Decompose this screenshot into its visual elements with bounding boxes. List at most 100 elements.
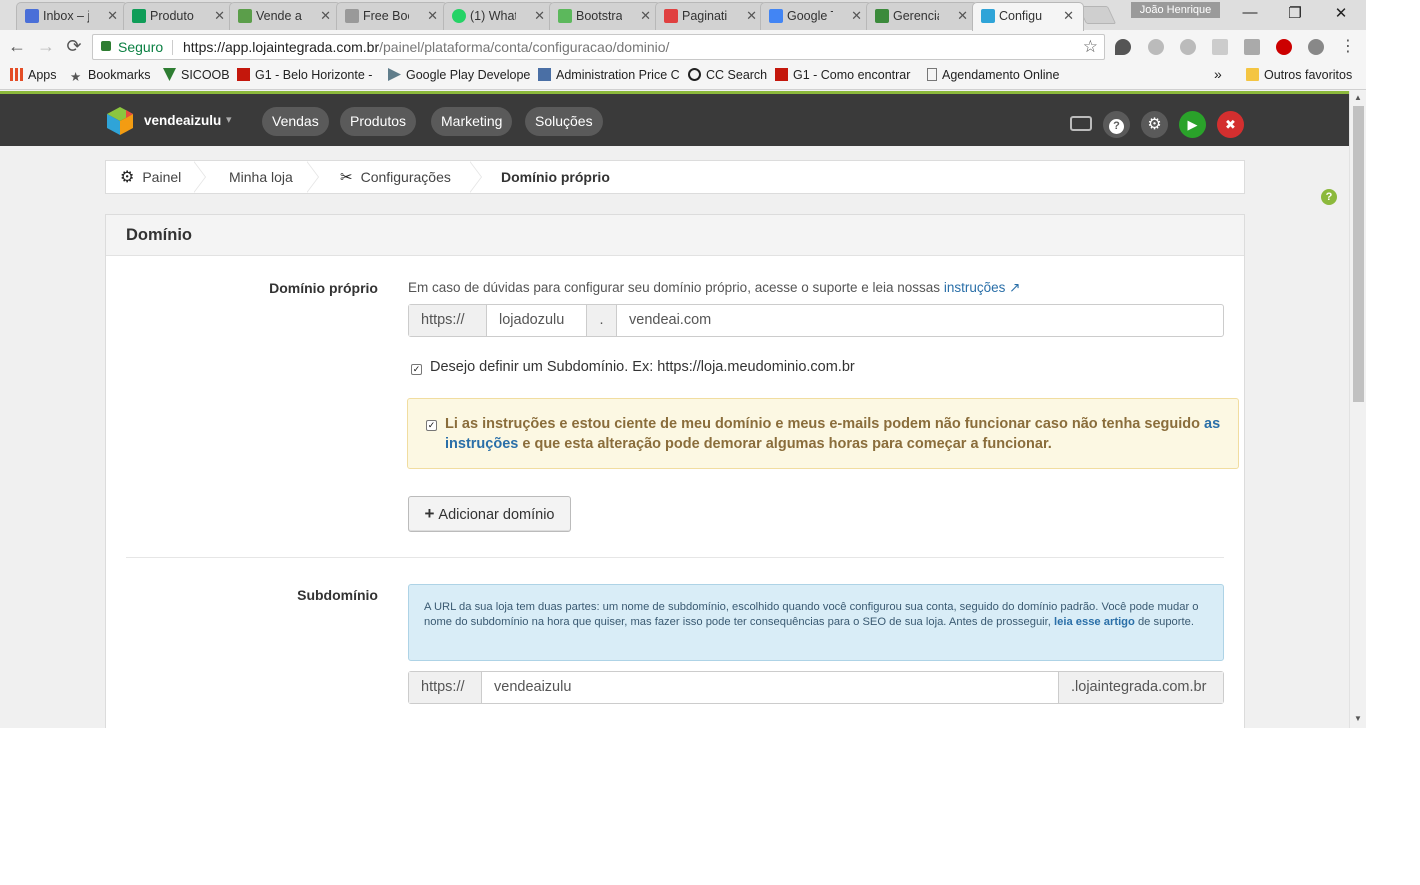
browser-tab[interactable]: (1) What ✕ [443,2,555,30]
tab-label: Google T [787,9,833,23]
window-close-icon[interactable]: ✕ [1331,4,1351,22]
adblock-extension-icon[interactable] [1276,39,1292,55]
bookmark-bookmarks[interactable]: ★ Bookmarks [70,68,151,84]
subdomain-checkbox-row[interactable]: ✓ Desejo definir um Subdomínio. Ex: https… [411,359,855,375]
browser-tab[interactable]: Paginati ✕ [655,2,767,30]
scroll-up-icon[interactable]: ▲ [1354,93,1362,102]
tab-label: (1) What [470,9,516,23]
apps-grid-icon [10,68,23,81]
night-mode-extension-icon[interactable] [1115,39,1131,55]
browser-tab[interactable]: Gerencia ✕ [866,2,978,30]
bookmark-administration[interactable]: Administration Price C [538,68,680,82]
bookmark-google-play[interactable]: Google Play Develope [388,68,530,82]
add-domain-button[interactable]: + Adicionar domínio [408,496,571,532]
settings-button[interactable]: ⚙ [1141,111,1168,138]
restore-icon[interactable]: ❐ [1285,4,1305,22]
subdomain-input[interactable]: lojadozulu [487,305,586,336]
custom-domain-help-text: Em caso de dúvidas para configurar seu d… [408,280,941,295]
tab-favicon [664,9,678,23]
browser-tab-active[interactable]: Configu ✕ [972,2,1084,31]
reader-extension-icon[interactable] [1244,39,1260,55]
bookmark-cc-search[interactable]: CC Search [688,68,767,82]
subdomain-protocol-addon: https:// [409,672,482,703]
address-bar[interactable]: Seguro https://app.lojaintegrada.com.br/… [92,34,1105,60]
breadcrumb-separator [193,161,206,193]
scroll-down-icon[interactable]: ▼ [1354,714,1362,723]
store-cube-logo-icon[interactable] [106,106,134,136]
nav-marketing[interactable]: Marketing [431,107,513,136]
back-arrow-icon[interactable]: ← [6,36,28,57]
tab-close-icon[interactable]: ✕ [640,8,651,24]
bookmark-agendamento[interactable]: Agendamento Online [927,68,1059,82]
reload-icon[interactable]: ⟳ [63,36,85,57]
u-extension-icon[interactable] [1308,39,1324,55]
g1-icon [775,68,788,81]
scrollbar-thumb[interactable] [1353,106,1364,402]
add-domain-button-label: Adicionar domínio [438,507,555,523]
minimize-icon[interactable]: — [1240,4,1260,21]
tab-close-icon[interactable]: ✕ [534,8,545,24]
breadcrumb-minha-loja[interactable]: Minha loja [229,161,293,193]
subdomain-checkbox[interactable]: ✓ [411,364,422,375]
tab-close-icon[interactable]: ✕ [320,8,331,24]
subdomain-info-text: A URL da sua loja tem duas partes: um no… [424,600,1214,630]
gear-icon: ⚙ [120,169,135,186]
tab-label: Produto [150,9,194,23]
read-article-link[interactable]: leia esse artigo [1054,616,1135,628]
play-button[interactable]: ▶ [1179,111,1206,138]
instructions-link[interactable]: instruções ↗ [944,280,1021,295]
profile-badge[interactable]: João Henrique [1131,2,1220,18]
store-name[interactable]: vendeaizulu [144,113,221,128]
browser-tab[interactable]: Google T ✕ [760,2,872,30]
bookmarks-overflow-icon[interactable]: » [1214,66,1222,82]
breadcrumb-current: Domínio próprio [501,161,610,193]
page-help-icon[interactable]: ? [1321,189,1337,205]
help-button[interactable]: ? [1103,111,1130,138]
screen-icon[interactable] [1070,116,1092,131]
acknowledge-checkbox[interactable]: ✓ [426,420,437,431]
tab-close-icon[interactable]: ✕ [957,8,968,24]
browser-tab[interactable]: Vende aí ✕ [229,2,341,30]
store-subdomain-input[interactable]: vendeaizulu [482,672,1058,703]
tab-close-icon[interactable]: ✕ [107,8,118,24]
screenshot-extension-icon[interactable] [1212,39,1228,55]
subdomain-label: Subdomínio [297,587,378,603]
breadcrumb-label: Painel [142,169,182,185]
browser-tab[interactable]: Bootstra ✕ [549,2,661,30]
tab-close-icon[interactable]: ✕ [427,8,438,24]
browser-tab[interactable]: Inbox – j ✕ [16,2,128,30]
bookmark-label: Google Play Develope [406,68,531,82]
nav-produtos[interactable]: Produtos [340,107,417,136]
other-bookmarks[interactable]: Outros favoritos [1246,68,1352,82]
e-extension-icon[interactable] [1180,39,1196,55]
browser-tab[interactable]: Free Boo ✕ [336,2,448,30]
bookmark-star-icon[interactable]: ☆ [1083,35,1098,59]
tab-close-icon[interactable]: ✕ [851,8,862,24]
url-text[interactable]: https://app.lojaintegrada.com.br/painel/… [183,35,669,59]
bookmark-g1-bh[interactable]: G1 - Belo Horizonte - [237,68,372,82]
chevron-down-icon[interactable]: ▾ [226,113,232,126]
gray-extension-icon[interactable] [1148,39,1164,55]
tab-label: Gerencia [893,9,939,23]
panel-header: Domínio [106,215,1244,256]
tab-close-icon[interactable]: ✕ [214,8,225,24]
tab-close-icon[interactable]: ✕ [1063,8,1074,24]
forward-arrow-icon[interactable]: → [35,36,57,57]
warning-text-after: e que esta alteração pode demorar alguma… [522,436,1052,452]
gear-icon: ⚙ [1147,116,1162,133]
browser-tab[interactable]: Produto ✕ [123,2,235,30]
page-scrollbar[interactable]: ▲ ▼ [1349,91,1366,728]
tab-close-icon[interactable]: ✕ [746,8,757,24]
bookmark-apps[interactable]: Apps [10,68,57,82]
exit-button[interactable]: ✖ [1217,111,1244,138]
nav-vendas[interactable]: Vendas [262,107,329,136]
tab-favicon [875,9,889,23]
breadcrumb-configuracoes[interactable]: ✂ Configurações [340,161,451,193]
nav-solucoes[interactable]: Soluções [525,107,603,136]
menu-kebab-icon[interactable]: ⋮ [1340,39,1356,55]
protocol-addon: https:// [409,305,487,336]
breadcrumb-painel[interactable]: ⚙ Painel [120,161,181,193]
bookmark-sicoob[interactable]: SICOOB [163,68,230,82]
bookmark-g1-como[interactable]: G1 - Como encontrar [775,68,910,82]
domain-input[interactable]: vendeai.com [617,305,1223,336]
